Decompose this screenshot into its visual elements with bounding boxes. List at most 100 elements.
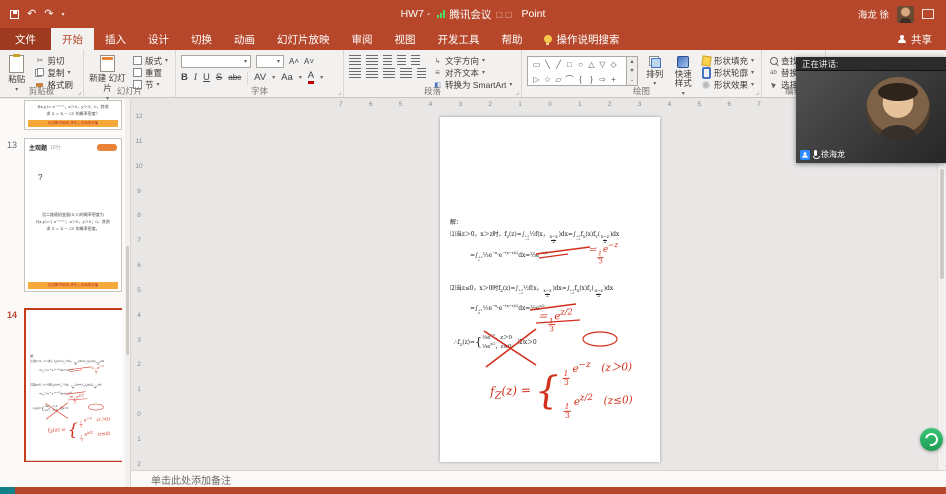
- save-icon[interactable]: [10, 9, 19, 19]
- share-button[interactable]: 共享: [884, 28, 946, 50]
- dialog-launcher-icon[interactable]: ⌟: [78, 88, 81, 96]
- increase-indent-button[interactable]: [397, 55, 406, 65]
- columns-button[interactable]: [417, 68, 426, 78]
- slides-small-button[interactable]: 版式 ▾: [131, 55, 170, 66]
- shapes-gallery-scroll[interactable]: ▲ ▼ ⌄: [627, 56, 638, 86]
- dialog-launcher-icon[interactable]: ⌟: [338, 88, 341, 96]
- quick-styles-icon: [677, 56, 690, 68]
- font-size-combo[interactable]: ▾: [256, 55, 284, 68]
- decrease-indent-button[interactable]: [383, 55, 392, 65]
- change-case-button[interactable]: Aa: [281, 72, 293, 83]
- shape-glyph[interactable]: ◇: [608, 57, 619, 72]
- notes-pane[interactable]: 单击此处添加备注: [131, 470, 946, 487]
- qat-customize-icon[interactable]: ▾: [61, 11, 64, 18]
- arrange-button[interactable]: 排列 ▾: [643, 53, 666, 88]
- slide-12-thumbnail[interactable]: f(x,y)= e⁻⁽ˣ⁺ʸ⁾，x＞0，y＞0；0，其他 求 Z = X − 2…: [24, 100, 122, 130]
- ribbon-tab[interactable]: 审阅: [341, 28, 384, 50]
- ruler-number: 5: [137, 286, 141, 294]
- clipboard-small-button[interactable]: 剪切: [33, 55, 78, 66]
- participant-name: 徐海龙: [821, 150, 845, 159]
- slide-13-thumbnail[interactable]: 主观题 10分 ? 设二维随机变量(X,Y)的概率密度为 f(x,y)={ e⁻…: [24, 138, 122, 292]
- grow-font-button[interactable]: A˄: [289, 55, 299, 68]
- shadow-button[interactable]: abc: [228, 73, 241, 82]
- thumb12-formula: f(x,y)= e⁻⁽ˣ⁺ʸ⁾，x＞0，y＞0；0，其他: [37, 104, 109, 109]
- formula-line: =∫ +∞ z ½e−x·e−(x−z)/2dx=⅔e−z/2: [470, 251, 548, 263]
- shape-glyph[interactable]: □: [564, 57, 575, 72]
- question-type-label: 主观题: [29, 146, 48, 152]
- ribbon-tab[interactable]: 视图: [384, 28, 427, 50]
- shape-glyph[interactable]: ○: [575, 57, 586, 72]
- floating-green-ball[interactable]: [920, 428, 943, 451]
- ribbon-tab[interactable]: 切换: [180, 28, 223, 50]
- tell-me-search[interactable]: 操作说明搜索: [534, 28, 630, 50]
- clipboard-small-button[interactable]: 复制 ▾: [33, 67, 78, 78]
- ruler-number: 8: [137, 212, 141, 220]
- thumbnail-scrollbar[interactable]: [125, 99, 130, 487]
- align-center-button[interactable]: [366, 68, 378, 78]
- meeting-mini-controls-icon[interactable]: ▢▢: [495, 10, 514, 19]
- ruler-number: 4: [667, 101, 672, 108]
- character-spacing-button[interactable]: AV: [254, 72, 266, 83]
- red-ink-result-1: ＝ 1 3 e−z: [587, 239, 619, 266]
- justify-button[interactable]: [400, 68, 412, 78]
- bold-button[interactable]: B: [181, 72, 188, 83]
- ruler-number: 1: [137, 435, 141, 443]
- strikethrough-button[interactable]: S: [216, 72, 222, 83]
- shape-glyph[interactable]: ╱: [553, 57, 564, 72]
- dialog-launcher-icon[interactable]: ⌟: [516, 88, 519, 96]
- ruler-number: 6: [368, 101, 373, 108]
- align-left-button[interactable]: [349, 68, 361, 78]
- ribbon-tab[interactable]: 动画: [223, 28, 266, 50]
- ribbon-display-options-icon[interactable]: [922, 9, 934, 19]
- red-ink-result-2: ＝ 1 3 ez/2: [537, 306, 573, 334]
- shape-glyph[interactable]: ╲: [542, 57, 553, 72]
- italic-button[interactable]: I: [194, 73, 197, 83]
- underline-button[interactable]: U: [203, 72, 210, 83]
- thumb12-watermark-banner: 仅供教学使用 请勿上传网络传播: [28, 120, 118, 127]
- slides-small-button[interactable]: 重置: [131, 67, 170, 78]
- bullets-button[interactable]: [349, 55, 361, 65]
- tencent-meeting-overlay[interactable]: 正在讲话: 徐海龙: [796, 57, 946, 163]
- group-slides: 新建 幻灯片 ▾ 版式 ▾ 重置 节 ▾ 幻灯片: [84, 50, 176, 102]
- slide-14-thumbnail-selected[interactable]: 解： ⑴当z＞0，x＞z时，fZ(z)=∫ +∞ −∞ ½f(x， x−z 2)dx=∫ +…: [24, 308, 123, 462]
- drawing-small-button[interactable]: 形状轮廓 ▾: [700, 67, 756, 78]
- ribbon-tab[interactable]: 开发工具: [427, 28, 491, 50]
- shrink-font-button[interactable]: A˅: [304, 55, 314, 68]
- paragraph-small-button[interactable]: 文字方向▾: [431, 55, 514, 66]
- question-status-pill: [97, 144, 117, 151]
- account-name[interactable]: 海龙 徐: [858, 7, 889, 21]
- meeting-video-area[interactable]: 徐海龙: [796, 71, 946, 163]
- ribbon-tab[interactable]: 幻灯片放映: [266, 28, 341, 50]
- ribbon-tab[interactable]: 开始: [51, 28, 94, 50]
- ribbon-tab[interactable]: 插入: [94, 28, 137, 50]
- numbering-button[interactable]: [366, 55, 378, 65]
- dialog-launcher-icon[interactable]: ⌟: [756, 88, 759, 96]
- ruler-number: 2: [488, 101, 492, 108]
- meeting-mini-bar[interactable]: 腾讯会议 ▢▢: [437, 7, 514, 22]
- shape-glyph[interactable]: △: [586, 57, 597, 72]
- shape-glyph[interactable]: ▭: [531, 57, 542, 72]
- group-drawing: ▭ ╲ ╱ □ ○ △ ▽ ◇ ▷ ☆ ▱ ⌒{} ⇨ + ▲ ▼ ⌄ 排列 ▾ 快速样式 ▾ 形状填充 ▾ 形状轮…: [522, 50, 762, 97]
- account-avatar[interactable]: [897, 5, 914, 23]
- paragraph-small-button[interactable]: 对齐文本▾: [431, 67, 514, 78]
- align-right-button[interactable]: [383, 68, 395, 78]
- font-color-button[interactable]: A: [307, 71, 315, 84]
- ribbon-tab[interactable]: 设计: [137, 28, 180, 50]
- red-case-line: 13 ez/2 (z≤0): [563, 392, 633, 420]
- lightbulb-icon: [543, 35, 552, 45]
- shapes-gallery[interactable]: ▭ ╲ ╱ □ ○ △ ▽ ◇ ▷ ☆ ▱ ⌒{} ⇨ +: [527, 56, 627, 86]
- ruler-number: 7: [757, 101, 761, 108]
- clipboard-button-icon: [35, 68, 45, 77]
- ruler-number: 4: [137, 311, 141, 319]
- font-name-combo[interactable]: ▾: [181, 55, 251, 68]
- redo-icon[interactable]: ↷: [44, 8, 53, 20]
- ribbon-tab[interactable]: 帮助: [491, 28, 534, 50]
- line-spacing-button[interactable]: [411, 55, 420, 65]
- tab-file[interactable]: 文件: [0, 28, 51, 50]
- slide-thumbnail-pane: f(x,y)= e⁻⁽ˣ⁺ʸ⁾，x＞0，y＞0；0，其他 求 Z = X − 2…: [0, 99, 131, 487]
- undo-icon[interactable]: ↶: [27, 8, 36, 20]
- tell-me-label: 操作说明搜索: [556, 33, 620, 46]
- slide-14-editing-surface[interactable]: 解： ⑴当z＞0，x＞z时，fZ(z)=∫ +∞ −∞ ½f(x， x−z 2)dx=∫ +…: [440, 117, 660, 462]
- drawing-small-button[interactable]: 形状填充 ▾: [700, 55, 756, 66]
- shape-glyph[interactable]: ▽: [597, 57, 608, 72]
